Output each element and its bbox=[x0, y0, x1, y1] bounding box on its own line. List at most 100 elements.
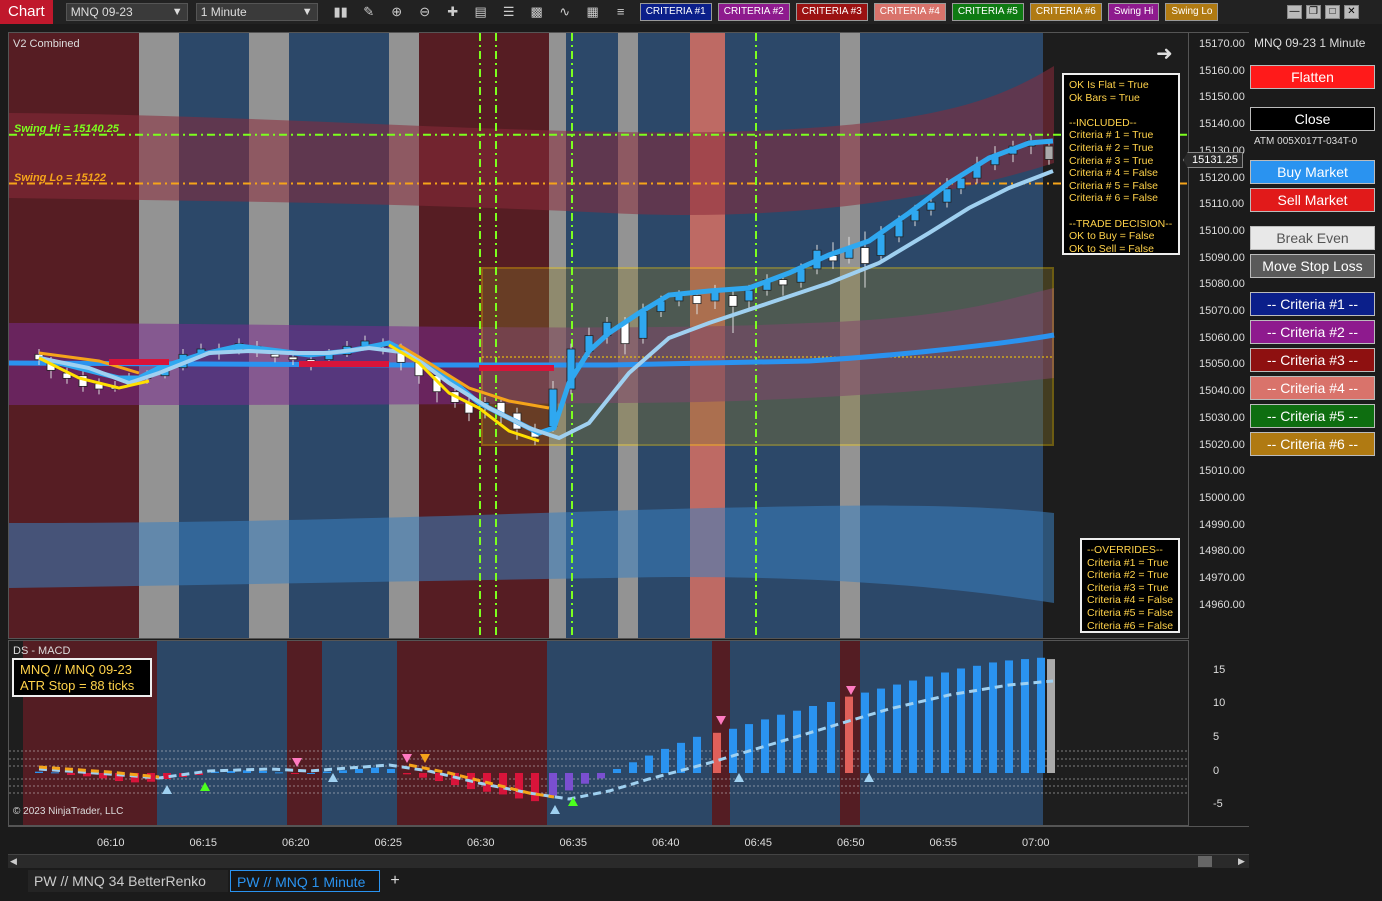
price-chart-canvas[interactable] bbox=[9, 33, 1189, 639]
arrow-right-icon[interactable]: ➜ bbox=[1156, 41, 1173, 66]
price-tick-label: 14990.00 bbox=[1199, 518, 1245, 531]
scroll-right-icon[interactable]: ▶ bbox=[1238, 856, 1245, 867]
toolbar-criteria-1-button[interactable]: CRITERIA #1 bbox=[639, 3, 712, 21]
macd-histogram-bar bbox=[51, 772, 59, 774]
time-tick-label: 06:20 bbox=[282, 837, 310, 849]
price-tick-label: 15110.00 bbox=[1199, 198, 1245, 211]
buy-market-button[interactable]: Buy Market bbox=[1250, 160, 1375, 184]
tab-betterrenko[interactable]: PW // MNQ 34 BetterRenko bbox=[28, 870, 228, 892]
properties-icon[interactable]: ☰ bbox=[498, 3, 520, 21]
zoom-out-icon[interactable]: ⊖ bbox=[414, 3, 436, 21]
move-stop-loss-button[interactable]: Move Stop Loss bbox=[1250, 254, 1375, 278]
flatten-button[interactable]: Flatten bbox=[1250, 65, 1375, 89]
pencil-icon[interactable]: ✎ bbox=[358, 3, 380, 21]
close-button[interactable]: Close bbox=[1250, 107, 1375, 131]
toolbar-swing-lo-button[interactable]: Swing Lo bbox=[1165, 3, 1219, 21]
price-tick-label: 14980.00 bbox=[1199, 545, 1245, 558]
zoom-in-icon[interactable]: ⊕ bbox=[386, 3, 408, 21]
macd-histogram-bar bbox=[729, 728, 737, 773]
toolbar-criteria-4-button[interactable]: CRITERIA #4 bbox=[873, 3, 946, 21]
chart-tab-bar: PW // MNQ 34 BetterRenko PW // MNQ 1 Min… bbox=[0, 868, 1382, 901]
macd-histogram-bar bbox=[1005, 660, 1013, 773]
minimize-icon[interactable]: — bbox=[1287, 5, 1302, 19]
macd-background-band bbox=[860, 641, 1043, 825]
criteria-6-button[interactable]: -- Criteria #6 -- bbox=[1250, 432, 1375, 456]
price-axis[interactable]: 15170.00 15160.00 15150.00 15140.00 15130.00… bbox=[1183, 32, 1249, 639]
criteria-2-button[interactable]: -- Criteria #2 -- bbox=[1250, 320, 1375, 344]
close-window-icon[interactable]: ✕ bbox=[1344, 5, 1359, 19]
toolbar-criteria-5-button[interactable]: CRITERIA #5 bbox=[951, 3, 1024, 21]
data-box-icon[interactable]: ▤ bbox=[470, 3, 492, 21]
macd-histogram-bar bbox=[259, 770, 267, 773]
candle-body bbox=[778, 279, 788, 286]
crosshair-icon[interactable]: ✚ bbox=[442, 3, 464, 21]
macd-histogram-bar bbox=[809, 706, 817, 773]
interval-selector[interactable]: 1 Minute ▼ bbox=[195, 3, 318, 21]
maximize-icon[interactable]: □ bbox=[1325, 5, 1340, 19]
candle-body bbox=[728, 295, 738, 307]
break-even-button[interactable]: Break Even bbox=[1250, 226, 1375, 250]
macd-histogram-bar bbox=[845, 696, 853, 773]
atr-stop-value: ATR Stop = 88 ticks bbox=[20, 678, 135, 693]
instrument-value: MNQ 09-23 bbox=[70, 5, 133, 19]
indicators-icon[interactable]: ∿ bbox=[554, 3, 576, 21]
macd-background-band bbox=[287, 641, 322, 825]
macd-histogram-bar bbox=[925, 676, 933, 773]
macd-histogram-bar bbox=[355, 768, 363, 773]
time-tick-label: 06:45 bbox=[744, 837, 773, 849]
macd-panel[interactable]: DS - MACD MNQ // MNQ 09-23 ATR Stop = 88… bbox=[8, 640, 1189, 826]
time-tick-label: 06:25 bbox=[374, 837, 403, 849]
price-tick-label: 14960.00 bbox=[1199, 598, 1245, 611]
add-tab-button[interactable]: + bbox=[384, 870, 406, 892]
restore-icon[interactable]: ❐ bbox=[1306, 5, 1321, 19]
chart-scrollbar[interactable]: ◀ ▶ bbox=[8, 854, 1249, 868]
templates-icon[interactable]: ▦ bbox=[582, 3, 604, 21]
macd-histogram-bar bbox=[941, 672, 949, 773]
price-tick-label: 15060.00 bbox=[1199, 331, 1245, 344]
time-axis[interactable]: 06:10 06:15 06:20 06:25 06:30 06:35 06:40 06:45… bbox=[8, 826, 1249, 854]
tab-1-minute[interactable]: PW // MNQ 1 Minute bbox=[230, 870, 380, 892]
toolbar-criteria-3-button[interactable]: CRITERIA #3 bbox=[795, 3, 868, 21]
instrument-selector[interactable]: MNQ 09-23 ▼ bbox=[65, 3, 188, 21]
chart-title-tab: Chart bbox=[0, 0, 53, 24]
time-tick-label: 06:10 bbox=[97, 837, 125, 849]
macd-histogram-bar bbox=[957, 668, 965, 773]
criteria-1-button[interactable]: -- Criteria #1 -- bbox=[1250, 292, 1375, 316]
macd-background-band bbox=[397, 641, 547, 825]
macd-histogram-bar bbox=[387, 768, 395, 773]
time-tick-label: 06:50 bbox=[837, 837, 865, 849]
candle-body bbox=[270, 353, 280, 358]
macd-histogram-bar bbox=[861, 692, 869, 773]
price-tick-label: 15090.00 bbox=[1199, 251, 1245, 264]
price-panel-title: V2 Combined bbox=[13, 38, 80, 50]
macd-histogram-bar bbox=[323, 771, 331, 773]
sell-market-button[interactable]: Sell Market bbox=[1250, 188, 1375, 212]
strategies-icon[interactable]: ▩ bbox=[526, 3, 548, 21]
scrollbar-thumb[interactable] bbox=[1198, 856, 1212, 867]
macd-panel-title: DS - MACD bbox=[13, 645, 71, 657]
scroll-left-icon[interactable]: ◀ bbox=[10, 856, 17, 867]
ninjatrader-chart-window: Chart MNQ 09-23 ▼ 1 Minute ▼ ▮▮ ✎ ⊕ ⊖ ✚ … bbox=[0, 0, 1382, 901]
toolbar-swing-hi-button[interactable]: Swing Hi bbox=[1107, 3, 1160, 21]
toolbar-criteria-2-button[interactable]: CRITERIA #2 bbox=[717, 3, 790, 21]
price-tick-label: 15030.00 bbox=[1199, 411, 1245, 424]
price-tick-label: 15010.00 bbox=[1199, 465, 1245, 478]
candle-body bbox=[744, 289, 754, 302]
price-chart-panel[interactable]: V2 Combined Swing Hi = 15140.25 Swing Lo… bbox=[8, 32, 1189, 639]
macd-axis[interactable]: 15 10 5 0 -5 bbox=[1189, 640, 1249, 826]
macd-histogram-bar bbox=[371, 767, 379, 773]
toolbar-criteria-6-button[interactable]: CRITERIA #6 bbox=[1029, 3, 1102, 21]
atm-strategy-label: ATM 005X017T-034T-0 bbox=[1254, 136, 1358, 147]
macd-background-band bbox=[322, 641, 397, 825]
menu-icon[interactable]: ≡ bbox=[610, 3, 632, 21]
macd-histogram-bar bbox=[275, 772, 283, 774]
criteria-5-button[interactable]: -- Criteria #5 -- bbox=[1250, 404, 1375, 428]
criteria-status-box: OK Is Flat = True Ok Bars = True --INCLU… bbox=[1062, 73, 1180, 255]
time-tick-label: 06:40 bbox=[652, 837, 680, 849]
macd-tick-label: 5 bbox=[1213, 731, 1220, 743]
criteria-4-button[interactable]: -- Criteria #4 -- bbox=[1250, 376, 1375, 400]
bar-style-icon[interactable]: ▮▮ bbox=[330, 3, 352, 21]
macd-canvas[interactable] bbox=[9, 641, 1189, 826]
criteria-3-button[interactable]: -- Criteria #3 -- bbox=[1250, 348, 1375, 372]
price-tick-label: 15070.00 bbox=[1199, 305, 1245, 317]
